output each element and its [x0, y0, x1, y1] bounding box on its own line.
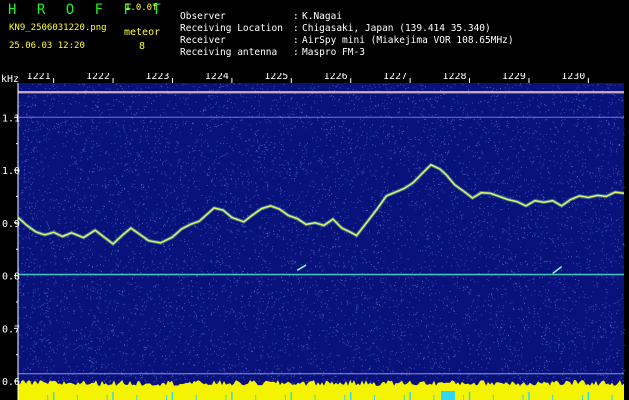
y-tick-label: 0.8: [2, 272, 20, 283]
info-row-observer: Observer: K.Nagai: [180, 11, 343, 22]
x-tick-label: 1225: [264, 73, 288, 82]
date-time: 25.06.03 12:20: [9, 41, 85, 51]
y-tick-label: 1.0: [2, 166, 20, 177]
info-row-receiver: Receiver: AirSpy mini (Miakejima VOR 108.…: [180, 35, 514, 46]
x-tick-label: 1227: [383, 73, 407, 82]
info-row-location: Receiving Location: Chigasaki, Japan (139…: [180, 23, 491, 34]
x-tick-label: 1221: [27, 73, 51, 82]
mode-value: 8: [139, 41, 146, 52]
x-tick-label: 1223: [145, 73, 169, 82]
version-label: 1.0.0f: [125, 3, 158, 13]
x-tick-label: 1229: [502, 73, 526, 82]
spectrogram-area: 1221 1222 1223 1224 1225 1226 1227 1228 1229 1230…: [0, 73, 629, 400]
info-value: Maspro FM-3: [302, 47, 365, 58]
x-tick-label: 1222: [86, 73, 110, 82]
x-tick-label: 1226: [324, 73, 348, 82]
x-tick-label: 1228: [442, 73, 466, 82]
noise-gap: [441, 391, 455, 400]
x-tick-label: 1224: [205, 73, 229, 82]
x-tick-label: 1230: [561, 73, 585, 82]
file-name: KN9_2506031220.png: [9, 23, 107, 33]
mode-label: meteor: [124, 27, 161, 38]
spectrogram: 1221 1222 1223 1224 1225 1226 1227 1228 1229 1230…: [0, 73, 629, 400]
info-key: Receiving antenna: [180, 47, 278, 58]
station-info: Observer: K.Nagai Receiving Location: Chig…: [180, 4, 514, 58]
y-tick-label: 0.6: [2, 377, 20, 388]
y-tick-label: 1.1: [2, 113, 20, 124]
y-tick-label: 0.9: [2, 219, 20, 230]
y-unit-label: kHz: [1, 74, 19, 85]
header-panel: H R O F F T 1.0.0f KN9_2506031220.png me…: [0, 0, 629, 73]
y-tick-label: 0.7: [2, 324, 20, 335]
